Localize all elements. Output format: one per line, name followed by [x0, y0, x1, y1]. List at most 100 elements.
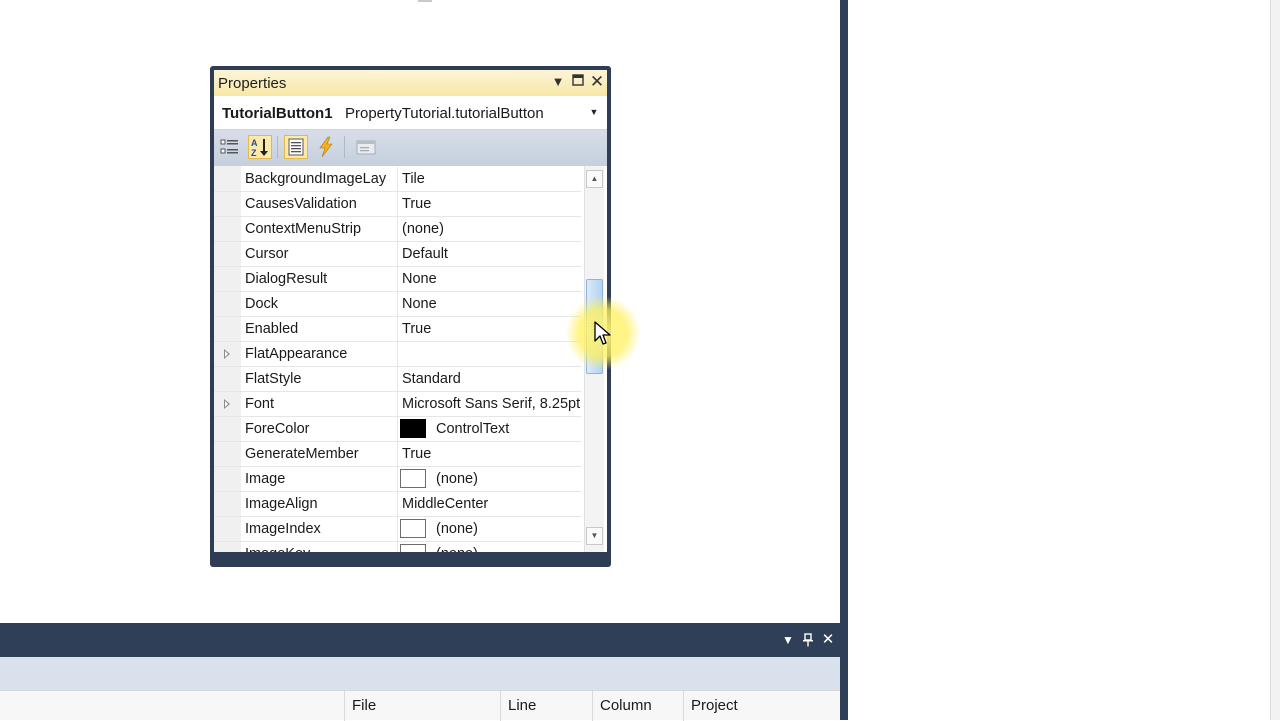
selected-object-type: PropertyTutorial.tutorialButton — [345, 105, 544, 122]
scroll-down-icon[interactable]: ▼ — [586, 527, 603, 545]
property-name: ContextMenuStrip — [245, 221, 362, 237]
property-value[interactable]: (none) — [436, 546, 607, 552]
column-divider — [397, 392, 398, 417]
selected-object-name: TutorialButton1 — [222, 105, 333, 122]
property-name: ImageKey — [245, 546, 395, 552]
property-value[interactable]: True — [402, 321, 580, 337]
property-row[interactable]: CausesValidation True — [214, 192, 581, 217]
close-icon[interactable]: ✕ — [589, 73, 605, 90]
property-pages-icon[interactable] — [354, 135, 378, 159]
property-row[interactable]: ContextMenuStrip (none) — [214, 217, 581, 242]
property-value[interactable]: Microsoft Sans Serif, 8.25pt — [402, 396, 580, 412]
bottom-panel-toolbar — [0, 657, 840, 690]
categorized-icon[interactable] — [218, 135, 242, 159]
events-icon[interactable] — [314, 135, 338, 159]
property-value[interactable]: None — [402, 271, 580, 287]
column-header-project[interactable]: Project — [683, 691, 840, 721]
maximize-icon[interactable] — [570, 74, 586, 90]
column-header-line[interactable]: Line — [500, 691, 592, 721]
column-divider — [397, 417, 398, 442]
column-header-column[interactable]: Column — [592, 691, 683, 721]
property-value[interactable]: True — [402, 446, 580, 462]
window-position-dropdown-icon[interactable]: ▼ — [550, 74, 566, 90]
column-divider — [397, 367, 398, 392]
property-name: FlatAppearance — [245, 346, 348, 362]
value-swatch — [400, 469, 426, 488]
property-name: ForeColor — [245, 421, 310, 437]
properties-window: Properties ▼ ✕ TutorialButton1 PropertyT… — [210, 66, 611, 567]
property-row[interactable]: ForeColor ControlText — [214, 417, 581, 442]
property-value[interactable]: Default — [402, 246, 580, 262]
toolbar-separator — [277, 136, 278, 158]
column-divider — [397, 492, 398, 517]
mouse-pointer-icon — [594, 321, 611, 345]
property-row[interactable]: ImageAlign MiddleCenter — [214, 492, 581, 517]
property-value[interactable]: Standard — [402, 371, 580, 387]
property-row[interactable]: Cursor Default — [214, 242, 581, 267]
property-name: Font — [245, 396, 275, 412]
properties-title-bar[interactable]: Properties ▼ ✕ — [214, 70, 607, 96]
value-swatch — [400, 544, 426, 552]
value-swatch — [400, 419, 426, 438]
property-row[interactable]: Dock None — [214, 292, 581, 317]
column-divider — [397, 342, 398, 367]
alphabetical-sort-icon[interactable]: A Z — [248, 135, 272, 159]
property-row[interactable]: Image (none) — [214, 467, 581, 492]
property-value[interactable]: ControlText — [436, 421, 607, 437]
property-row[interactable]: BackgroundImageLay Tile — [214, 167, 581, 192]
property-value[interactable]: (none) — [436, 521, 607, 537]
property-row[interactable]: Font Microsoft Sans Serif, 8.25pt — [214, 392, 581, 417]
expand-arrow-icon[interactable] — [224, 399, 230, 409]
scroll-up-icon[interactable]: ▲ — [586, 170, 603, 188]
bottom-panel-column-headers: File Line Column Project — [0, 690, 840, 721]
property-value[interactable]: Tile — [402, 171, 580, 187]
property-row[interactable]: ImageIndex (none) — [214, 517, 581, 542]
property-name: ImageIndex — [245, 521, 321, 537]
column-divider — [397, 467, 398, 492]
property-value[interactable]: True — [402, 196, 580, 212]
properties-icon[interactable] — [284, 135, 308, 159]
property-name: Dock — [245, 296, 279, 312]
chevron-down-icon[interactable]: ▼ — [781, 633, 795, 647]
pin-icon[interactable] — [801, 633, 815, 647]
column-divider — [397, 167, 398, 192]
property-value[interactable]: None — [402, 296, 580, 312]
property-name: GenerateMember — [245, 446, 359, 462]
column-divider — [397, 192, 398, 217]
property-row[interactable]: GenerateMember True — [214, 442, 581, 467]
column-divider — [397, 542, 398, 552]
svg-text:Z: Z — [251, 148, 257, 158]
property-name: FlatStyle — [245, 371, 302, 387]
bottom-panel-title-bar[interactable]: ▼ ✕ — [0, 623, 840, 657]
property-row[interactable]: FlatAppearance — [214, 342, 581, 367]
right-edge-bar — [1270, 0, 1280, 720]
property-row[interactable]: DialogResult None — [214, 267, 581, 292]
property-name: ImageAlign — [245, 496, 318, 512]
close-icon[interactable]: ✕ — [821, 632, 835, 647]
column-divider — [397, 517, 398, 542]
property-name: CausesValidation — [245, 196, 357, 212]
property-row[interactable]: Enabled True — [214, 317, 581, 342]
property-value[interactable]: (none) — [436, 471, 607, 487]
property-row[interactable]: ImageKey(none) — [214, 542, 581, 552]
column-header-file[interactable]: File — [344, 691, 500, 721]
property-name: Enabled — [245, 321, 299, 337]
property-name: BackgroundImageLay — [245, 171, 387, 187]
column-divider — [397, 442, 398, 467]
column-divider — [397, 292, 398, 317]
svg-text:A: A — [251, 138, 258, 148]
property-value[interactable]: (none) — [402, 221, 580, 237]
column-divider — [397, 242, 398, 267]
object-selector[interactable]: TutorialButton1 PropertyTutorial.tutoria… — [214, 96, 607, 130]
designer-edge-mark — [418, 0, 432, 2]
chevron-down-icon[interactable]: ▼ — [587, 104, 601, 120]
window-divider — [840, 0, 848, 720]
expand-arrow-icon[interactable] — [224, 349, 230, 359]
property-row[interactable]: FlatStyle Standard — [214, 367, 581, 392]
property-value[interactable]: MiddleCenter — [402, 496, 580, 512]
value-swatch — [400, 519, 426, 538]
property-name: DialogResult — [245, 271, 328, 287]
column-divider — [397, 267, 398, 292]
property-grid: BackgroundImageLay Tile CausesValidation Tr… — [214, 166, 607, 552]
property-name: Image — [245, 471, 286, 487]
